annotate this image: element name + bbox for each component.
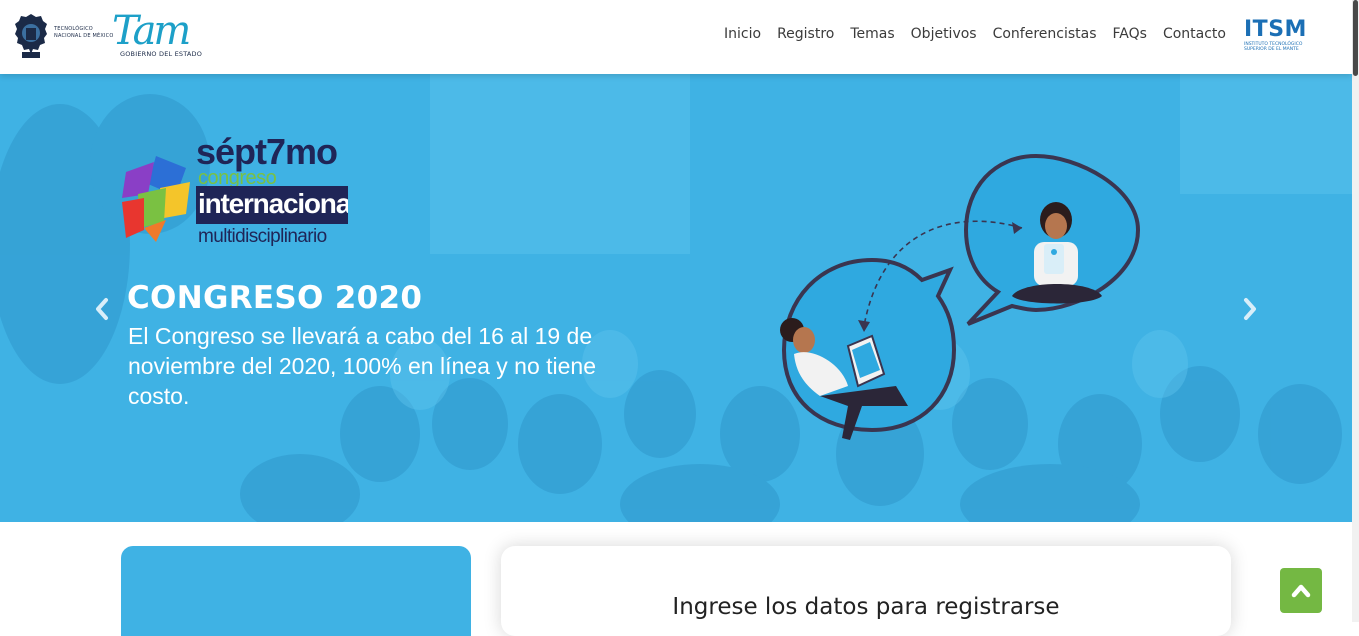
side-image-card xyxy=(121,546,471,636)
congreso-logo-internacional: internacional xyxy=(196,186,348,224)
tecnm-logo[interactable]: TECNOLÓGICO NACIONAL DE MÉXICO xyxy=(14,10,114,62)
scrollbar-thumb[interactable] xyxy=(1353,0,1358,76)
tam-logo-word: Tam xyxy=(112,8,191,54)
itsm-logo-sub-2: SUPERIOR DE EL MANTE xyxy=(1244,47,1299,52)
chevron-up-icon xyxy=(1291,584,1311,597)
congreso-cube-icon xyxy=(122,156,190,242)
registration-form-card: Ingrese los datos para registrarse xyxy=(501,546,1231,636)
tecnm-logo-text: TECNOLÓGICO NACIONAL DE MÉXICO xyxy=(54,26,114,40)
chat-bubbles-illustration xyxy=(780,153,1141,440)
back-to-top-button[interactable] xyxy=(1280,568,1322,613)
tecnm-logo-line-1: TECNOLÓGICO xyxy=(54,26,93,32)
itsm-logo[interactable]: ITSM INSTITUTO TECNOLÓGICO SUPERIOR DE E… xyxy=(1244,18,1320,54)
itsm-logo-word: ITSM xyxy=(1244,17,1307,42)
tecnm-gear-icon xyxy=(15,14,47,58)
nav-link-inicio[interactable]: Inicio xyxy=(724,26,761,42)
hero-title: CONGRESO 2020 xyxy=(127,280,423,316)
tam-logo[interactable]: Tam GOBIERNO DEL ESTADO xyxy=(112,8,212,62)
tecnm-logo-line-2: NACIONAL DE MÉXICO xyxy=(54,33,114,39)
nav-link-contacto[interactable]: Contacto xyxy=(1163,26,1226,42)
registration-form-title: Ingrese los datos para registrarse xyxy=(672,594,1060,620)
tam-logo-sub: GOBIERNO DEL ESTADO xyxy=(120,50,203,58)
congreso-logo-multidisciplinario: multidisciplinario xyxy=(198,226,327,247)
nav-link-conferencistas[interactable]: Conferencistas xyxy=(993,26,1097,42)
page-scrollbar[interactable] xyxy=(1352,0,1359,622)
carousel-next-button[interactable] xyxy=(1238,294,1262,324)
chevron-right-icon xyxy=(1244,298,1256,320)
nav-link-temas[interactable]: Temas xyxy=(850,26,894,42)
carousel-prev-button[interactable] xyxy=(90,294,114,324)
congreso-logo-septimo: sépt7mo xyxy=(196,131,338,172)
congreso-logo: sépt7mo congreso internacional multidisc… xyxy=(120,132,360,256)
congreso-logo-congreso: congreso xyxy=(198,167,277,189)
hero-description: El Congreso se llevará a cabo del 16 al … xyxy=(128,323,596,409)
site-header: TECNOLÓGICO NACIONAL DE MÉXICO Tam GOBIE… xyxy=(0,0,1352,74)
chevron-left-icon xyxy=(96,298,108,320)
main-nav: Inicio Registro Temas Objetivos Conferen… xyxy=(724,26,1226,42)
nav-link-objetivos[interactable]: Objetivos xyxy=(911,26,977,42)
hero-carousel: sépt7mo congreso internacional multidisc… xyxy=(0,74,1352,522)
nav-link-registro[interactable]: Registro xyxy=(777,26,834,42)
nav-link-faqs[interactable]: FAQs xyxy=(1113,26,1147,42)
